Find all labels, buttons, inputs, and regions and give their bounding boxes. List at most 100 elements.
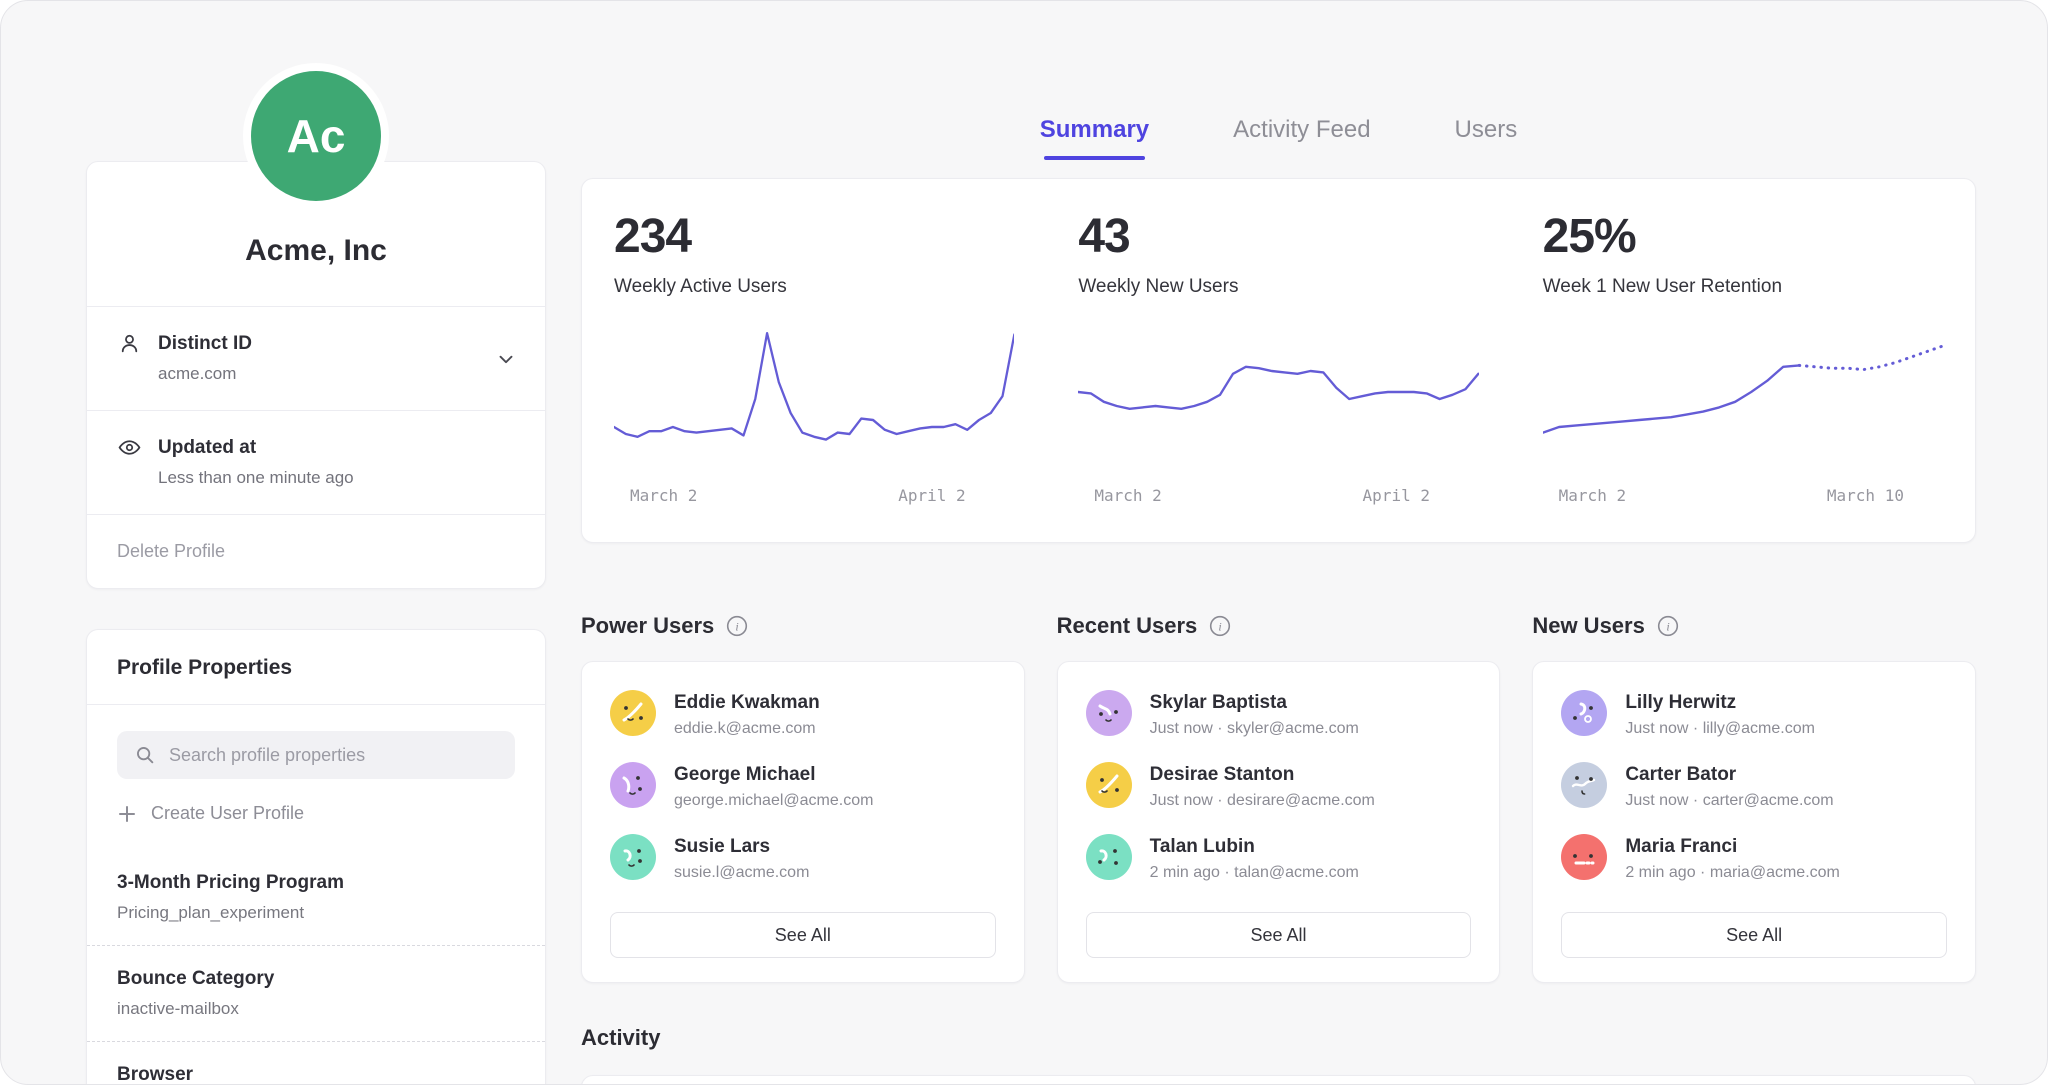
field-updated-at: Updated at Less than one minute ago xyxy=(87,411,545,514)
retention-sparkline xyxy=(1543,324,1943,474)
svg-text:i: i xyxy=(1666,619,1669,633)
see-all-button[interactable]: See All xyxy=(1561,912,1947,958)
profile-properties-title: Profile Properties xyxy=(87,630,545,704)
x-tick-left: March 2 xyxy=(630,486,697,505)
tab-summary[interactable]: Summary xyxy=(1040,116,1149,156)
tab-users[interactable]: Users xyxy=(1455,116,1518,156)
create-user-profile-label: Create User Profile xyxy=(151,803,304,824)
user-row[interactable]: Maria Franci 2 min ago · maria@acme.com xyxy=(1561,834,1947,882)
field-value: acme.com xyxy=(158,364,515,384)
user-name: George Michael xyxy=(674,762,873,786)
user-name: Eddie Kwakman xyxy=(674,690,820,714)
activity-card: 234 240 3.4k xyxy=(581,1075,1976,1085)
search-wrap xyxy=(117,731,515,779)
property-name: Browser xyxy=(117,1064,515,1085)
section-title: New Users xyxy=(1532,613,1645,639)
profile-sidebar: Ac Acme, Inc Distinct ID acme.com xyxy=(86,1,546,1085)
user-name: Lilly Herwitz xyxy=(1625,690,1815,714)
user-name: Desirae Stanton xyxy=(1150,762,1375,786)
field-value: Less than one minute ago xyxy=(158,468,515,488)
info-icon[interactable]: i xyxy=(726,615,748,637)
user-name: Talan Lubin xyxy=(1150,834,1359,858)
user-detail: Just now · desirare@acme.com xyxy=(1150,792,1375,810)
user-detail: george.michael@acme.com xyxy=(674,792,873,810)
see-all-button[interactable]: See All xyxy=(1086,912,1472,958)
user-row[interactable]: Skylar Baptista Just now · skyler@acme.c… xyxy=(1086,690,1472,738)
search-profile-properties-input[interactable] xyxy=(117,731,515,779)
svg-text:i: i xyxy=(736,619,739,633)
svg-text:i: i xyxy=(1219,619,1222,633)
property-row[interactable]: Browser Chrome xyxy=(87,1042,545,1085)
user-detail: eddie.k@acme.com xyxy=(674,720,820,738)
user-row[interactable]: George Michael george.michael@acme.com xyxy=(610,762,996,810)
company-avatar: Ac xyxy=(251,71,381,201)
new-users-card: Lilly Herwitz Just now · lilly@acme.com … xyxy=(1532,661,1976,983)
see-all-button[interactable]: See All xyxy=(610,912,996,958)
user-row[interactable]: Susie Lars susie.l@acme.com xyxy=(610,834,996,882)
info-icon[interactable]: i xyxy=(1209,615,1231,637)
avatar xyxy=(610,834,656,880)
x-tick-left: March 2 xyxy=(1559,486,1626,505)
create-user-profile-button[interactable]: Create User Profile xyxy=(117,803,515,824)
x-axis: March 2 March 10 xyxy=(1543,486,1943,512)
avatar xyxy=(1561,690,1607,736)
user-sections: Power Users i Eddie Kwakman eddie.k@acme… xyxy=(581,613,1976,983)
main-content: Summary Activity Feed Users 234 Weekly A… xyxy=(581,1,1976,1085)
activity-title: Activity xyxy=(581,1025,1976,1051)
avatar xyxy=(1086,834,1132,880)
chevron-down-icon[interactable] xyxy=(495,348,517,370)
weekly-new-users-sparkline xyxy=(1078,324,1478,474)
tab-bar: Summary Activity Feed Users xyxy=(581,1,1976,156)
field-label: Updated at xyxy=(158,437,256,459)
profile-properties-card: Profile Properties Create User Profile xyxy=(86,629,546,1085)
recent-users-card: Skylar Baptista Just now · skyler@acme.c… xyxy=(1057,661,1501,983)
user-row[interactable]: Desirae Stanton Just now · desirare@acme… xyxy=(1086,762,1472,810)
user-detail: 2 min ago · talan@acme.com xyxy=(1150,864,1359,882)
x-tick-right: March 10 xyxy=(1827,486,1904,505)
x-tick-left: March 2 xyxy=(1094,486,1161,505)
divider xyxy=(87,704,545,705)
user-name: Skylar Baptista xyxy=(1150,690,1359,714)
stat-week1-retention: 25% Week 1 New User Retention March 2 Ma… xyxy=(1511,209,1975,512)
user-detail: susie.l@acme.com xyxy=(674,864,809,882)
new-users-section: New Users i Lilly Herwitz Just now · lil… xyxy=(1532,613,1976,983)
weekly-active-users-sparkline xyxy=(614,324,1014,474)
user-row[interactable]: Lilly Herwitz Just now · lilly@acme.com xyxy=(1561,690,1947,738)
stat-value: 234 xyxy=(614,209,1014,264)
user-name: Carter Bator xyxy=(1625,762,1833,786)
summary-stats-card: 234 Weekly Active Users March 2 April 2 … xyxy=(581,178,1976,543)
search-icon xyxy=(134,744,156,766)
x-axis: March 2 April 2 xyxy=(1078,486,1478,512)
user-name: Susie Lars xyxy=(674,834,809,858)
user-row[interactable]: Eddie Kwakman eddie.k@acme.com xyxy=(610,690,996,738)
info-icon[interactable]: i xyxy=(1657,615,1679,637)
app-window: Ac Acme, Inc Distinct ID acme.com xyxy=(0,0,2048,1085)
x-tick-right: April 2 xyxy=(1363,486,1430,505)
power-users-section: Power Users i Eddie Kwakman eddie.k@acme… xyxy=(581,613,1025,983)
property-name: 3-Month Pricing Program xyxy=(117,872,515,894)
property-row[interactable]: 3-Month Pricing Program Pricing_plan_exp… xyxy=(87,850,545,946)
tab-activity-feed[interactable]: Activity Feed xyxy=(1233,116,1370,156)
field-distinct-id[interactable]: Distinct ID acme.com xyxy=(87,307,545,410)
delete-profile-button[interactable]: Delete Profile xyxy=(87,515,545,588)
company-initials: Ac xyxy=(287,109,346,163)
user-name: Maria Franci xyxy=(1625,834,1840,858)
property-row[interactable]: Bounce Category inactive-mailbox xyxy=(87,946,545,1042)
user-detail: Just now · carter@acme.com xyxy=(1625,792,1833,810)
property-value: Pricing_plan_experiment xyxy=(117,903,515,923)
avatar xyxy=(1086,762,1132,808)
eye-icon xyxy=(117,435,142,460)
user-detail: Just now · skyler@acme.com xyxy=(1150,720,1359,738)
user-detail: 2 min ago · maria@acme.com xyxy=(1625,864,1840,882)
recent-users-section: Recent Users i Skylar Baptista Just now … xyxy=(1057,613,1501,983)
x-tick-right: April 2 xyxy=(898,486,965,505)
user-row[interactable]: Talan Lubin 2 min ago · talan@acme.com xyxy=(1086,834,1472,882)
plus-icon xyxy=(117,804,137,824)
user-detail: Just now · lilly@acme.com xyxy=(1625,720,1815,738)
person-icon xyxy=(117,331,142,356)
user-row[interactable]: Carter Bator Just now · carter@acme.com xyxy=(1561,762,1947,810)
avatar xyxy=(1561,762,1607,808)
avatar xyxy=(610,690,656,736)
stat-label: Weekly Active Users xyxy=(614,276,1014,298)
stat-label: Weekly New Users xyxy=(1078,276,1478,298)
